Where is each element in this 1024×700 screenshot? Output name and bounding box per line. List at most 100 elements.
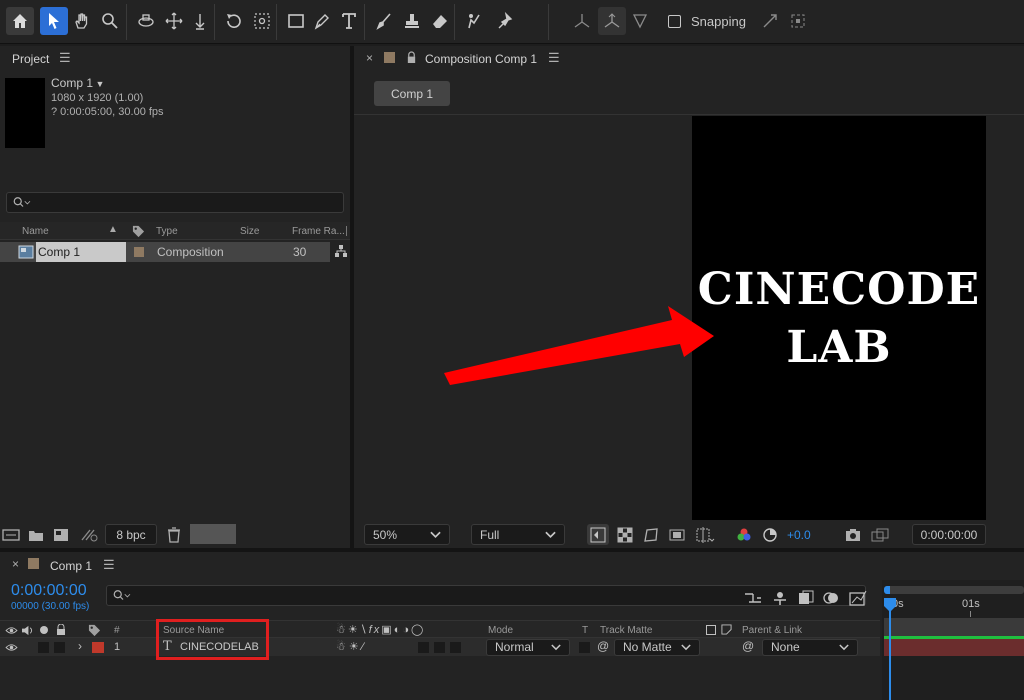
column-frame-rate[interactable]: Frame Ra...	[292, 226, 345, 237]
preserve-transparency-toggle[interactable]	[579, 642, 590, 653]
pan-camera-tool[interactable]	[160, 7, 188, 35]
rotation-tool[interactable]	[220, 7, 248, 35]
lock-icon[interactable]	[56, 624, 66, 636]
brush-tool[interactable]	[370, 7, 398, 35]
close-tab-icon[interactable]: ×	[366, 51, 373, 65]
project-row-comp[interactable]: Comp 1 Composition 30	[0, 242, 330, 262]
parent-dropdown[interactable]: None	[762, 639, 858, 656]
snapping-checkbox[interactable]	[668, 15, 681, 28]
layer-row[interactable]: › 1 T CINECODELAB ☃ ☀ ∕ Normal @ No Matt…	[0, 638, 880, 656]
color-channels-icon[interactable]	[736, 527, 752, 543]
expand-chevron-icon[interactable]: ›	[78, 639, 82, 653]
timeline-menu-icon[interactable]: ☰	[103, 557, 115, 573]
composition-canvas[interactable]: CINECODE LAB	[692, 116, 986, 520]
snap-edges-button[interactable]	[756, 7, 784, 35]
column-track-matte[interactable]: Track Matte	[600, 625, 652, 636]
column-parent-link[interactable]: Parent & Link	[742, 625, 802, 636]
type-tool[interactable]	[336, 7, 364, 35]
zoom-tool[interactable]	[96, 7, 124, 35]
camera-snapshot-icon[interactable]	[845, 528, 861, 542]
eraser-tool[interactable]	[426, 7, 454, 35]
flowchart-icon[interactable]	[334, 244, 348, 258]
solo-icon[interactable]	[40, 626, 48, 634]
matte-alpha-icon[interactable]	[706, 625, 716, 635]
bit-depth-button[interactable]: 8 bpc	[105, 524, 157, 545]
reset-exposure-icon[interactable]	[762, 527, 778, 543]
pick-whip-icon[interactable]: @	[597, 639, 609, 653]
project-menu-icon[interactable]: ☰	[59, 50, 71, 66]
layer-switches-header[interactable]: ☃☀∖fx▣◐◑◯	[336, 623, 425, 636]
column-size[interactable]: Size	[240, 226, 259, 237]
exposure-value[interactable]: +0.0	[787, 528, 811, 542]
layer-switches[interactable]: ☃ ☀ ∕	[336, 640, 364, 653]
panel-splitter[interactable]	[0, 548, 1024, 552]
close-tab-icon[interactable]: ×	[12, 557, 19, 571]
lock-icon[interactable]	[406, 51, 417, 64]
resolution-dropdown[interactable]: Full	[471, 524, 565, 545]
sort-ascending-icon[interactable]: ▲	[108, 224, 118, 235]
pen-tool[interactable]	[308, 7, 336, 35]
label-tag-icon[interactable]	[88, 624, 101, 637]
home-button[interactable]	[6, 7, 34, 35]
composition-flowchart-icon[interactable]	[744, 590, 762, 606]
label-color-swatch[interactable]	[134, 247, 144, 257]
solo-toggle[interactable]	[38, 642, 49, 653]
new-composition-icon[interactable]	[53, 528, 69, 542]
work-area-start-handle[interactable]	[884, 586, 890, 594]
shy-layers-icon[interactable]	[772, 590, 788, 606]
interpret-footage-icon[interactable]	[2, 528, 20, 542]
region-of-interest-icon[interactable]	[669, 527, 685, 543]
fast-previews-button[interactable]	[587, 524, 609, 545]
column-name[interactable]: Name	[22, 226, 49, 237]
project-search-input[interactable]	[6, 192, 344, 213]
rectangle-tool[interactable]	[282, 7, 310, 35]
selection-tool[interactable]	[40, 7, 68, 35]
project-row-name[interactable]: Comp 1	[36, 242, 126, 262]
local-axis-mode[interactable]	[568, 7, 596, 35]
transparency-grid-icon[interactable]	[617, 527, 633, 543]
anchor-point-tool[interactable]	[248, 7, 276, 35]
roto-brush-tool[interactable]	[460, 7, 488, 35]
guides-options-icon[interactable]	[695, 527, 715, 543]
track-matte-dropdown[interactable]: No Matte	[614, 639, 700, 656]
lock-toggle[interactable]	[54, 642, 65, 653]
panel-splitter[interactable]	[350, 46, 354, 550]
orbit-camera-tool[interactable]	[132, 7, 160, 35]
eye-icon[interactable]	[5, 643, 18, 652]
layer-label-swatch[interactable]	[92, 642, 104, 653]
view-axis-mode[interactable]	[626, 7, 654, 35]
project-settings-icon[interactable]	[80, 528, 98, 542]
motion-blur-icon[interactable]	[823, 590, 839, 606]
layer-switch-box[interactable]	[418, 642, 429, 653]
comp-breadcrumb-tab[interactable]: Comp 1	[374, 81, 450, 106]
dolly-camera-tool[interactable]	[186, 7, 214, 35]
graph-editor-icon[interactable]	[849, 590, 867, 606]
comp-name-heading[interactable]: Comp 1 ▼	[51, 76, 104, 90]
viewer-menu-icon[interactable]: ☰	[548, 50, 560, 66]
layer-switch-box[interactable]	[450, 642, 461, 653]
hand-tool[interactable]	[68, 7, 96, 35]
eye-icon[interactable]	[5, 626, 18, 635]
zoom-dropdown[interactable]: 50%	[364, 524, 450, 545]
column-mode[interactable]: Mode	[488, 625, 513, 636]
column-number[interactable]: #	[114, 625, 120, 636]
folder-icon[interactable]	[28, 528, 44, 542]
matte-link-icon[interactable]	[721, 624, 732, 635]
label-tag-icon[interactable]	[132, 225, 145, 238]
mask-visibility-icon[interactable]	[643, 527, 659, 543]
current-time-display[interactable]: 0:00:00:00	[11, 582, 87, 600]
column-t[interactable]: T	[582, 625, 588, 636]
timecode-display[interactable]: 0:00:00:00	[912, 524, 986, 545]
layer-duration-bar[interactable]	[884, 639, 1024, 656]
world-axis-mode[interactable]	[598, 7, 626, 35]
playhead-line[interactable]	[889, 610, 891, 700]
show-snapshot-icon[interactable]	[871, 528, 889, 542]
time-ruler-area[interactable]: 0s 01s	[882, 580, 1024, 700]
timeline-tab-title[interactable]: Comp 1	[50, 559, 92, 573]
column-type[interactable]: Type	[156, 226, 178, 237]
snap-features-button[interactable]	[784, 7, 812, 35]
parent-pick-whip-icon[interactable]: @	[742, 639, 754, 653]
work-area-bar[interactable]	[884, 586, 1024, 594]
layer-switch-box[interactable]	[434, 642, 445, 653]
clone-stamp-tool[interactable]	[398, 7, 426, 35]
